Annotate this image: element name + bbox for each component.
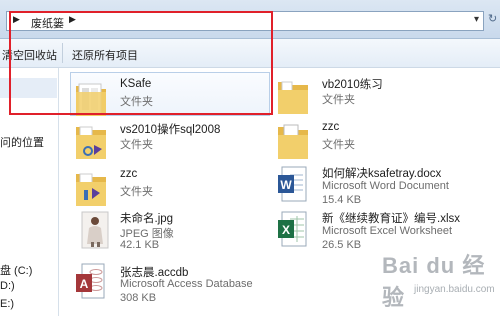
empty-recycle-bin-button[interactable]: 清空回收站 xyxy=(2,47,57,63)
vs-folder-icon xyxy=(76,173,106,206)
file-type: Microsoft Excel Worksheet xyxy=(322,225,453,237)
folder-icon xyxy=(278,124,308,159)
baidu-watermark-url: jingyan.baidu.com xyxy=(414,284,495,295)
nav-item-drive-e[interactable]: E:) xyxy=(0,298,14,310)
word-doc-icon: W xyxy=(278,166,307,202)
nav-item-recent-places[interactable]: 问的位置 xyxy=(0,134,44,150)
svg-text:X: X xyxy=(282,223,290,237)
folder-icon xyxy=(278,81,308,114)
nav-item-drive-d[interactable]: D:) xyxy=(0,280,15,292)
file-type: 文件夹 xyxy=(120,96,153,108)
restore-all-button[interactable]: 还原所有项目 xyxy=(72,47,138,63)
access-db-icon: A xyxy=(76,263,105,299)
breadcrumb-arrow-icon[interactable]: ▶ xyxy=(13,14,20,25)
address-dropdown-icon[interactable]: ▾ xyxy=(474,14,479,25)
file-type: 文件夹 xyxy=(120,186,153,198)
baidu-watermark: Bai du 经验 xyxy=(382,253,486,310)
file-size: 15.4 KB xyxy=(322,194,362,206)
file-name: zzc xyxy=(322,121,340,133)
navigation-pane: 问的位置 盘 (C:) D:) E:) xyxy=(0,68,59,316)
vs-folder-icon xyxy=(76,126,106,159)
file-name: KSafe xyxy=(120,78,152,90)
address-bar[interactable]: ▶ 废纸篓 ▶ ▾ xyxy=(6,11,484,31)
breadcrumb-chevron-icon[interactable]: ▶ xyxy=(69,14,76,25)
file-size: 42.1 KB xyxy=(120,239,160,251)
file-name: 新《继续教育证》编号.xlsx xyxy=(322,213,460,225)
file-name: 如何解决ksafetray.docx xyxy=(322,168,442,180)
excel-sheet-icon: X xyxy=(278,211,307,247)
nav-selected-item[interactable] xyxy=(0,78,57,98)
file-type: Microsoft Access Database xyxy=(120,278,253,290)
refresh-icon[interactable]: ↻ xyxy=(488,12,497,25)
jpeg-thumbnail-icon xyxy=(81,211,109,249)
file-name: vb2010练习 xyxy=(322,79,383,91)
file-type: 文件夹 xyxy=(322,94,355,106)
svg-text:A: A xyxy=(80,277,89,291)
address-bar-strip: ▶ 废纸篓 ▶ ▾ ↻ xyxy=(0,0,500,39)
toolbar-divider xyxy=(62,43,63,63)
file-size: 308 KB xyxy=(120,292,157,304)
file-type: 文件夹 xyxy=(120,139,153,151)
file-name: vs2010操作sql2008 xyxy=(120,124,221,136)
file-type: Microsoft Word Document xyxy=(322,180,449,192)
folder-icon xyxy=(76,83,106,116)
nav-item-drive-c[interactable]: 盘 (C:) xyxy=(0,262,32,278)
file-name: zzc xyxy=(120,168,138,180)
file-name: 未命名.jpg xyxy=(120,213,174,225)
breadcrumb-recycle-bin[interactable]: 废纸篓 xyxy=(31,15,64,31)
file-type: 文件夹 xyxy=(322,139,355,151)
toolbar: 清空回收站 还原所有项目 xyxy=(0,39,500,68)
svg-text:W: W xyxy=(280,178,292,192)
file-size: 26.5 KB xyxy=(322,239,362,251)
